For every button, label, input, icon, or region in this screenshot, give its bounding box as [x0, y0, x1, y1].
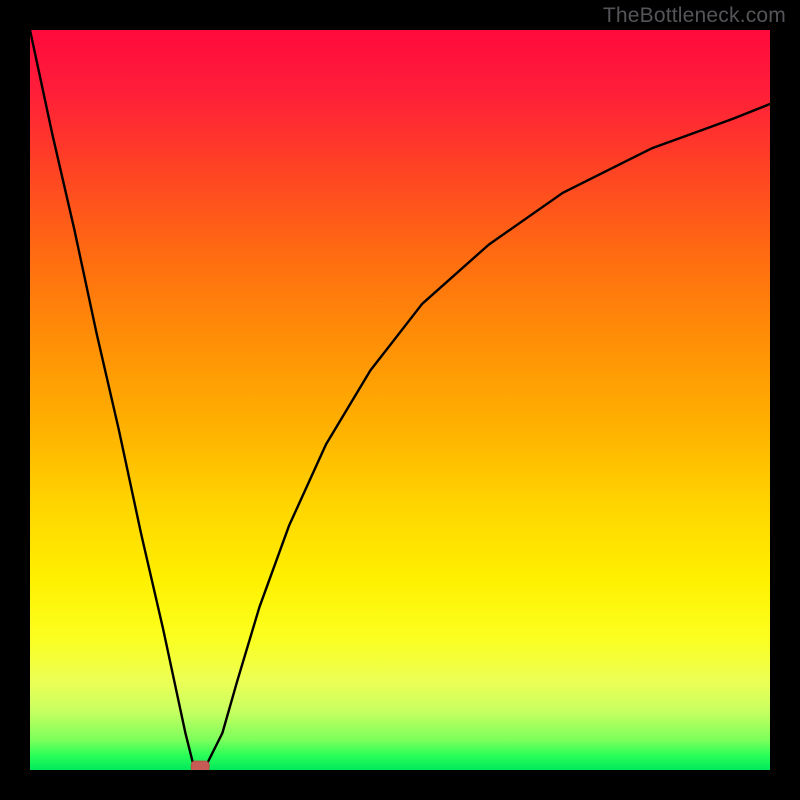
- bottleneck-curve: [30, 30, 770, 770]
- plot-svg: [30, 30, 770, 770]
- chart-frame: TheBottleneck.com: [0, 0, 800, 800]
- minimum-marker: [191, 761, 209, 770]
- plot-gradient-area: [30, 30, 770, 770]
- watermark-text: TheBottleneck.com: [603, 4, 786, 28]
